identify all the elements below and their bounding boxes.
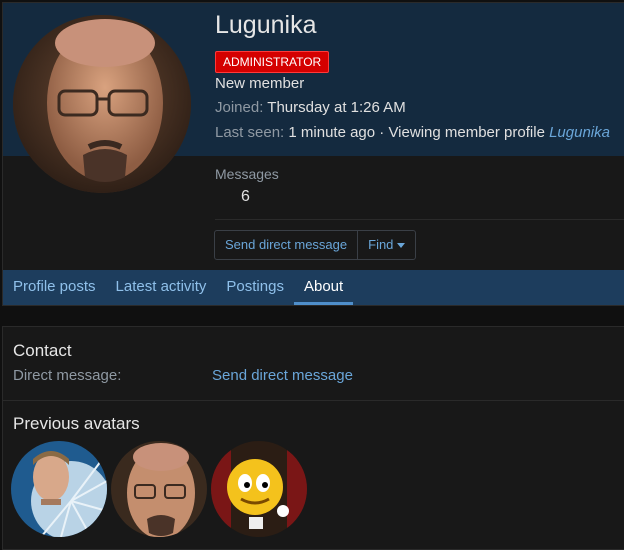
last-seen-label: Last seen: — [215, 124, 285, 141]
messages-count[interactable]: 6 — [241, 188, 250, 206]
joined-row: Joined: Thursday at 1:26 AM — [215, 99, 406, 116]
member-actions: Send direct message Find — [214, 230, 417, 260]
previous-avatar[interactable] — [11, 441, 107, 537]
last-seen-profile-link[interactable]: Lugunika — [549, 124, 610, 141]
messages-label: Messages — [215, 166, 279, 182]
previous-avatar[interactable] — [111, 441, 207, 537]
last-seen-value: 1 minute ago · Viewing member profile — [288, 124, 545, 141]
divider — [3, 400, 624, 401]
member-avatar[interactable] — [13, 15, 191, 193]
tab-about[interactable]: About — [293, 270, 354, 305]
last-seen-row: Last seen: 1 minute ago · Viewing member… — [215, 124, 610, 141]
chevron-down-icon — [397, 243, 406, 249]
find-button[interactable]: Find — [357, 231, 415, 259]
previous-avatar[interactable] — [211, 441, 307, 537]
joined-label: Joined: — [215, 99, 264, 116]
send-direct-message-link[interactable]: Send direct message — [212, 367, 353, 384]
divider — [215, 219, 624, 220]
send-direct-message-button[interactable]: Send direct message — [215, 231, 357, 259]
profile-tabs: Profile posts Latest activity Postings A… — [3, 270, 624, 305]
tab-profile-posts[interactable]: Profile posts — [3, 270, 106, 305]
direct-message-label: Direct message: — [13, 367, 122, 384]
member-header: Lugunika ADMINISTRATOR New member Joined… — [2, 2, 624, 306]
joined-value: Thursday at 1:26 AM — [267, 99, 406, 116]
previous-avatars-heading: Previous avatars — [13, 414, 140, 433]
role-badge: ADMINISTRATOR — [215, 51, 330, 73]
find-label: Find — [368, 237, 394, 252]
tab-latest-activity[interactable]: Latest activity — [106, 270, 217, 305]
contact-heading: Contact — [13, 341, 72, 360]
about-panel: Contact Direct message: Send direct mess… — [2, 326, 624, 550]
tab-postings[interactable]: Postings — [216, 270, 294, 305]
user-title: New member — [215, 75, 305, 92]
member-username: Lugunika — [215, 11, 317, 39]
